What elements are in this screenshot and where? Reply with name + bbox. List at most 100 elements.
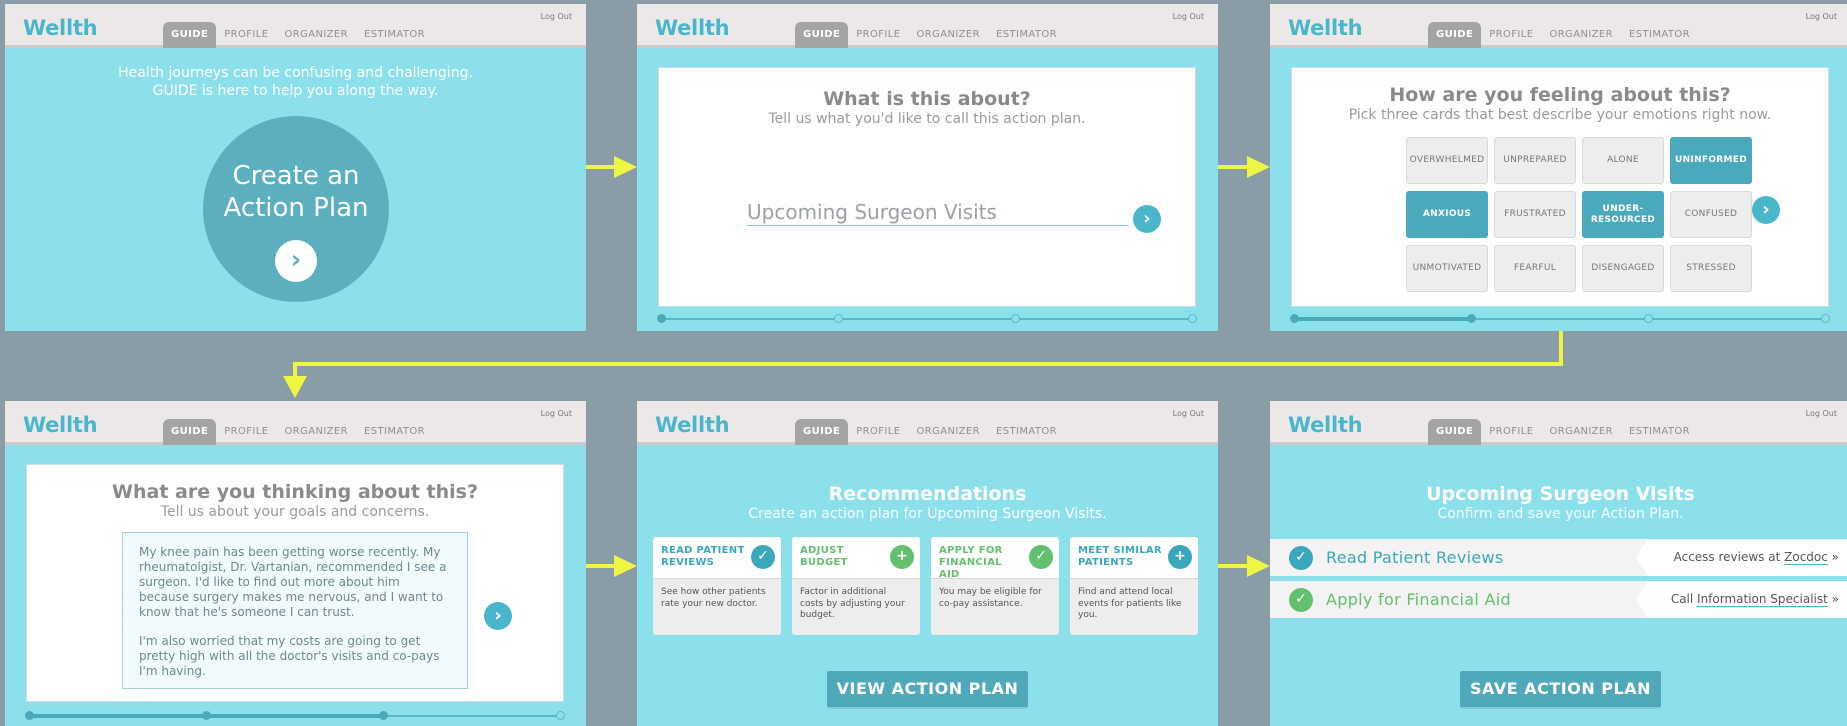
view-action-plan-button[interactable]: VIEW ACTION PLAN (827, 671, 1028, 707)
tab-estimator[interactable]: ESTIMATOR (988, 419, 1065, 445)
recommendation-title: ADJUST BUDGET (800, 545, 848, 568)
tab-estimator[interactable]: ESTIMATOR (1621, 419, 1698, 445)
tab-organizer[interactable]: ORGANIZER (1541, 419, 1621, 445)
tab-organizer[interactable]: ORGANIZER (276, 419, 356, 445)
recommendation-title: MEET SIMILAR PATIENTS (1078, 545, 1162, 568)
tab-profile[interactable]: PROFILE (216, 419, 276, 445)
tab-profile[interactable]: PROFILE (848, 419, 908, 445)
page-subtitle: Confirm and save your Action Plan. (1437, 506, 1684, 522)
logo[interactable]: Wellth (655, 16, 730, 40)
logout-link[interactable]: Log Out (541, 12, 572, 21)
app-header: Wellth GUIDE PROFILE ORGANIZER ESTIMATOR… (1270, 401, 1847, 445)
logout-link[interactable]: Log Out (541, 409, 572, 418)
tab-organizer[interactable]: ORGANIZER (908, 419, 988, 445)
progress-step-1 (1290, 314, 1299, 323)
emotion-card[interactable]: FEARFUL (1494, 245, 1576, 292)
logo[interactable]: Wellth (1288, 413, 1363, 437)
save-action-plan-button[interactable]: SAVE ACTION PLAN (1460, 671, 1661, 707)
main-nav: GUIDE PROFILE ORGANIZER ESTIMATOR (795, 419, 1065, 445)
tab-organizer[interactable]: ORGANIZER (276, 22, 356, 48)
progress-step-3 (379, 711, 388, 720)
recommendation-card[interactable]: MEET SIMILAR PATIENTS + Find and attend lo… (1070, 537, 1198, 635)
logo[interactable]: Wellth (1288, 16, 1363, 40)
tab-guide[interactable]: GUIDE (163, 419, 217, 445)
tab-organizer[interactable]: ORGANIZER (1541, 22, 1621, 48)
emotion-card[interactable]: ALONE (1582, 137, 1664, 184)
link-suffix: » (1827, 550, 1839, 564)
tab-guide[interactable]: GUIDE (795, 22, 849, 48)
screen-thoughts: Wellth GUIDE PROFILE ORGANIZER ESTIMATOR… (5, 401, 586, 726)
app-header: Wellth GUIDE PROFILE ORGANIZER ESTIMATOR… (637, 4, 1218, 48)
recommendation-card[interactable]: APPLY FOR FINANCIAL AID ✓ You may be eligi… (931, 537, 1059, 635)
action-plan-item-link[interactable]: Call Information Specialist » (1636, 581, 1847, 618)
tab-estimator[interactable]: ESTIMATOR (1621, 22, 1698, 48)
check-icon: ✓ (1289, 588, 1313, 612)
check-icon[interactable]: ✓ (1029, 545, 1053, 569)
subtitle-plan-name: Upcoming Surgeon Visits. (927, 506, 1107, 522)
chevron-right-icon: › (494, 605, 502, 626)
emotion-card[interactable]: ANXIOUS (1406, 191, 1488, 238)
link-text[interactable]: Zocdoc (1784, 550, 1828, 565)
logout-link[interactable]: Log Out (1173, 409, 1204, 418)
tab-profile[interactable]: PROFILE (1481, 419, 1541, 445)
tab-profile[interactable]: PROFILE (216, 22, 276, 48)
page-subtitle: Create an action plan for Upcoming Surge… (637, 506, 1218, 522)
logout-link[interactable]: Log Out (1806, 409, 1837, 418)
recommendation-description: Factor in additional costs by adjusting … (800, 587, 905, 620)
tab-organizer[interactable]: ORGANIZER (908, 22, 988, 48)
emotion-card[interactable]: DISENGAGED (1582, 245, 1664, 292)
emotion-card[interactable]: UNINFORMED (1670, 137, 1752, 184)
create-action-plan-button[interactable]: Create an Action Plan › (203, 116, 389, 302)
link-text[interactable]: Information Specialist (1697, 592, 1828, 607)
check-icon[interactable]: ✓ (751, 545, 775, 569)
emotion-card[interactable]: UNPREPARED (1494, 137, 1576, 184)
tab-estimator[interactable]: ESTIMATOR (356, 22, 433, 48)
goals-concerns-textarea[interactable]: My knee pain has been getting worse rece… (122, 532, 468, 689)
tab-estimator[interactable]: ESTIMATOR (356, 419, 433, 445)
intro-line-2: GUIDE is here to help you along the way. (152, 83, 439, 99)
tab-guide[interactable]: GUIDE (795, 419, 849, 445)
next-button[interactable]: › (484, 602, 512, 630)
next-button[interactable]: › (1133, 205, 1161, 233)
plus-icon[interactable]: + (1168, 545, 1192, 569)
progress-bar (1290, 314, 1830, 323)
chevron-right-icon[interactable]: › (275, 240, 317, 282)
recommendation-title: READ PATIENT REVIEWS (661, 545, 745, 568)
tab-profile[interactable]: PROFILE (848, 22, 908, 48)
page-title: Recommendations (828, 483, 1027, 505)
progress-step-2 (1467, 314, 1476, 323)
screen-save-plan: Wellth GUIDE PROFILE ORGANIZER ESTIMATOR… (1270, 401, 1847, 726)
app-header: Wellth GUIDE PROFILE ORGANIZER ESTIMATOR… (5, 4, 586, 48)
tab-profile[interactable]: PROFILE (1481, 22, 1541, 48)
logo[interactable]: Wellth (23, 16, 98, 40)
next-button[interactable]: › (1752, 196, 1780, 224)
emotion-card[interactable]: FRUSTRATED (1494, 191, 1576, 238)
cta-line-2: Action Plan (223, 193, 369, 223)
check-icon: ✓ (1289, 546, 1313, 570)
plan-name-input[interactable]: Upcoming Surgeon Visits (747, 200, 1129, 226)
logo[interactable]: Wellth (655, 413, 730, 437)
arrow-4-5-head (614, 555, 637, 577)
tab-guide[interactable]: GUIDE (1428, 22, 1482, 48)
action-plan-item-link[interactable]: Access reviews at Zocdoc » (1636, 539, 1847, 576)
emotion-card[interactable]: STRESSED (1670, 245, 1752, 292)
logo[interactable]: Wellth (23, 413, 98, 437)
link-prefix: Access reviews at (1673, 550, 1785, 564)
progress-step-2 (834, 314, 843, 323)
tab-guide[interactable]: GUIDE (1428, 419, 1482, 445)
recommendation-card[interactable]: ADJUST BUDGET + Factor in additional costs… (792, 537, 920, 635)
tab-estimator[interactable]: ESTIMATOR (988, 22, 1065, 48)
plus-icon[interactable]: + (890, 545, 914, 569)
logout-link[interactable]: Log Out (1173, 12, 1204, 21)
logout-link[interactable]: Log Out (1806, 12, 1837, 21)
page-title: Upcoming Surgeon Visits (1426, 483, 1695, 505)
textarea-paragraph-2: I'm also worried that my costs are going… (139, 634, 440, 678)
arrow-1-2-head (614, 156, 637, 178)
screen-recommendations: Wellth GUIDE PROFILE ORGANIZER ESTIMATOR… (637, 401, 1218, 726)
emotion-card[interactable]: CONFUSED (1670, 191, 1752, 238)
emotion-card[interactable]: UNMOTIVATED (1406, 245, 1488, 292)
tab-guide[interactable]: GUIDE (163, 22, 217, 48)
emotion-card[interactable]: UNDER-RESOURCED (1582, 191, 1664, 238)
emotion-card[interactable]: OVERWHELMED (1406, 137, 1488, 184)
recommendation-card[interactable]: READ PATIENT REVIEWS ✓ See how other patie… (653, 537, 781, 635)
